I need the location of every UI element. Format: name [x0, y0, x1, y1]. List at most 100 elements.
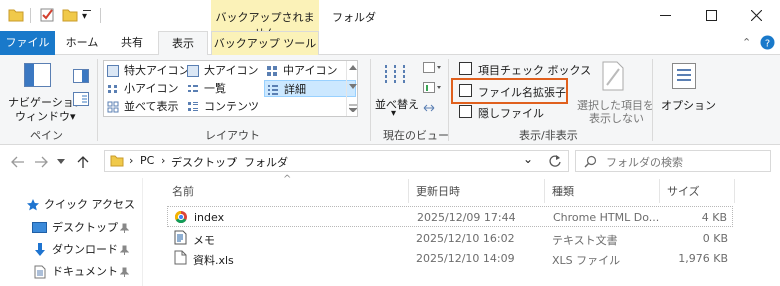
svg-text:?: ? [765, 39, 770, 50]
ribbon-separator [370, 59, 371, 141]
nav-item-downloads[interactable]: ダウンロード [32, 239, 132, 261]
nav-pane-label-2: ウィンドウ▾ [15, 110, 76, 123]
maximize-button[interactable] [688, 0, 734, 31]
tab-file[interactable]: ファイル [0, 31, 55, 55]
column-header-name[interactable]: 名前 [172, 183, 194, 199]
help-icon[interactable]: ? [760, 35, 775, 50]
ribbon-separator [652, 59, 653, 141]
qat-divider [30, 8, 31, 23]
pin-icon[interactable] [120, 223, 129, 233]
pane-divider[interactable] [142, 178, 143, 286]
size-columns-icon[interactable] [423, 101, 441, 115]
tab-share[interactable]: 共有 [110, 31, 154, 55]
tab-backup-tools[interactable]: バックアップ ツール [211, 31, 319, 55]
desktop-icon [32, 222, 47, 233]
minimize-icon [660, 15, 671, 16]
layout-item-label: 中アイコン [283, 64, 338, 77]
pin-icon[interactable] [120, 245, 129, 255]
nav-item-desktop[interactable]: デスクトップ [32, 217, 132, 239]
breadcrumb-separator[interactable]: › [129, 154, 133, 167]
qat-dropdown-icon[interactable]: ▾ [82, 11, 87, 22]
layout-small-icons[interactable]: 小アイコン [107, 80, 178, 97]
scroll-up-icon [349, 65, 357, 70]
hidden-files-label: 隠しファイル [478, 107, 544, 120]
search-box[interactable]: フォルダの検索 [575, 150, 771, 172]
column-divider[interactable] [659, 179, 660, 203]
file-name: index [194, 211, 225, 224]
table-row[interactable]: 資料.xls 2025/12/10 14:09 XLS ファイル 1,976 K… [167, 248, 733, 269]
layout-extra-large-icons[interactable]: 特大アイコン [107, 62, 189, 79]
column-header-modified[interactable]: 更新日時 [416, 183, 460, 199]
column-divider[interactable] [734, 179, 735, 203]
vertical-scrollbar[interactable] [763, 177, 780, 286]
layout-medium-icons[interactable]: 中アイコン [266, 62, 337, 79]
minimize-button[interactable] [642, 0, 688, 31]
download-icon [35, 243, 45, 256]
hide-selected-icon [602, 61, 624, 91]
item-checkboxes-toggle[interactable]: 項目チェック ボックス [459, 61, 591, 78]
text-file-icon [174, 230, 187, 245]
address-bar[interactable]: › PC › デスクトップ › フォルダ ⌄ [104, 150, 569, 172]
layout-item-label: 小アイコン [124, 82, 179, 95]
group-by-icon[interactable] [423, 61, 441, 75]
navigation-pane: クイック アクセス デスクトップ ダウンロード ドキュメント [0, 177, 143, 286]
breadcrumb-desktop[interactable]: デスクトップ [171, 154, 237, 170]
file-extensions-highlight-frame [451, 78, 568, 104]
extra-large-icons-icon [107, 65, 119, 77]
breadcrumb-separator[interactable]: › [232, 154, 236, 167]
table-row[interactable]: index 2025/12/09 17:44 Chrome HTML Do...… [167, 206, 733, 227]
address-dropdown-icon[interactable]: ⌄ [523, 152, 533, 166]
column-header-type[interactable]: 種類 [552, 183, 574, 199]
hidden-files-toggle[interactable]: 隠しファイル [459, 104, 569, 121]
preview-pane-icon[interactable] [73, 69, 89, 83]
sort-by-button[interactable]: 並べ替え ▾ [374, 57, 419, 121]
new-folder-icon[interactable] [62, 8, 78, 22]
file-type: XLS ファイル [552, 254, 621, 267]
ribbon-separator [448, 59, 449, 141]
checkbox[interactable] [459, 62, 472, 75]
back-arrow-icon[interactable] [11, 156, 25, 168]
refresh-icon[interactable] [548, 154, 562, 168]
add-columns-icon[interactable] [423, 81, 441, 95]
options-button[interactable]: オプション [658, 59, 716, 123]
hide-selected-button[interactable]: 選択した項目を 表示しない [577, 59, 654, 125]
nav-item-documents[interactable]: ドキュメント [32, 261, 132, 283]
breadcrumb-pc[interactable]: PC [140, 154, 154, 167]
checkbox[interactable] [459, 105, 472, 118]
list-icon [188, 85, 198, 92]
column-header-size[interactable]: サイズ [667, 183, 700, 199]
close-button[interactable] [734, 0, 780, 31]
group-label-current-view: 現在のビュー [383, 129, 449, 142]
generic-file-icon [174, 250, 187, 265]
recent-locations-icon[interactable] [57, 159, 65, 164]
layout-large-icons[interactable]: 大アイコン [187, 62, 258, 79]
column-divider[interactable] [544, 179, 545, 203]
navigation-pane-button[interactable]: ナビゲーション ウィンドウ▾ [6, 57, 85, 123]
up-arrow-icon[interactable] [77, 155, 89, 169]
large-icons-icon [187, 65, 199, 77]
medium-icons-icon [267, 66, 277, 76]
tab-view[interactable]: 表示 [158, 31, 208, 56]
details-pane-icon[interactable] [73, 92, 89, 106]
forward-arrow-icon[interactable] [34, 156, 48, 168]
column-divider[interactable] [408, 179, 409, 203]
properties-icon[interactable] [39, 7, 55, 23]
layout-item-label: 並べて表示 [124, 100, 179, 113]
breadcrumb-folder[interactable]: フォルダ [244, 154, 288, 170]
layout-tiles[interactable]: 並べて表示 [107, 98, 179, 115]
layout-scroll[interactable] [346, 61, 358, 116]
sort-icon [385, 65, 405, 85]
breadcrumb-separator[interactable]: › [161, 154, 165, 167]
search-icon [584, 155, 597, 168]
table-row[interactable]: メモ 2025/12/10 16:02 テキスト文書 0 KB [167, 228, 733, 249]
ribbon-expand-icon[interactable]: ⌃ [742, 36, 751, 49]
layout-details[interactable]: 詳細 [264, 80, 356, 97]
nav-item-quick-access[interactable]: クイック アクセス [26, 194, 135, 216]
close-icon [751, 10, 762, 21]
file-name: 資料.xls [193, 254, 234, 267]
options-label: オプション [661, 99, 716, 112]
layout-content[interactable]: コンテンツ [187, 98, 259, 115]
tab-home[interactable]: ホーム [60, 31, 104, 55]
layout-list[interactable]: 一覧 [187, 80, 226, 97]
pin-icon[interactable] [120, 267, 129, 277]
